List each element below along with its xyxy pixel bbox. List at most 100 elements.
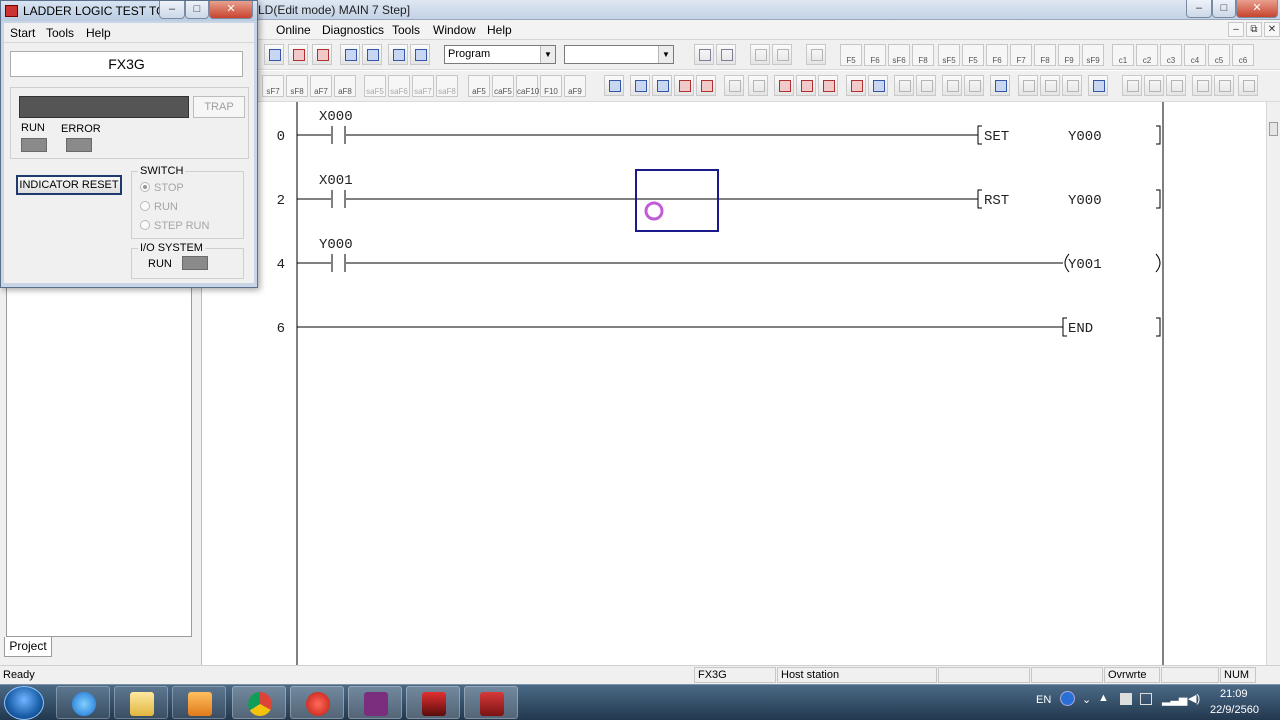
fkey-f6[interactable]: F6 bbox=[986, 44, 1008, 66]
ladder-edit-icon[interactable] bbox=[694, 44, 714, 65]
taskbar-simulator[interactable] bbox=[464, 686, 518, 719]
fkey-af9[interactable]: aF9 bbox=[564, 75, 586, 97]
contact-symbol[interactable] bbox=[297, 190, 978, 208]
find-next-icon[interactable] bbox=[362, 44, 382, 65]
contact-symbol[interactable] bbox=[297, 254, 1063, 272]
ladder-monitor-icon[interactable] bbox=[696, 75, 716, 96]
fkey-rising-pulse[interactable]: sF7 bbox=[262, 75, 284, 97]
llt-menu-help[interactable]: Help bbox=[86, 26, 111, 40]
filter-icon[interactable] bbox=[750, 44, 770, 65]
device-search-icon[interactable] bbox=[388, 44, 408, 65]
comment-edit-icon[interactable] bbox=[604, 75, 624, 96]
language-indicator[interactable]: EN bbox=[1036, 694, 1051, 706]
llt-minimize-button[interactable]: – bbox=[159, 1, 185, 19]
comment-icon[interactable] bbox=[772, 44, 792, 65]
mdi-close-button[interactable]: ✕ bbox=[1264, 22, 1280, 37]
taskbar-explorer[interactable] bbox=[114, 686, 168, 719]
zoom-icon[interactable] bbox=[674, 75, 694, 96]
llt-menu-tools[interactable]: Tools bbox=[46, 26, 74, 40]
mode-combo[interactable]: Program ▼ bbox=[444, 45, 556, 64]
switch-run-radio[interactable]: RUN bbox=[140, 201, 178, 213]
edit-cursor[interactable] bbox=[635, 169, 719, 232]
align-icon[interactable] bbox=[1018, 75, 1038, 96]
window-icon[interactable] bbox=[964, 75, 984, 96]
clock-time[interactable]: 21:09 bbox=[1220, 688, 1248, 700]
mdi-minimize-button[interactable]: – bbox=[1228, 22, 1244, 37]
read-plc-icon[interactable] bbox=[312, 44, 332, 65]
fkey-saf8[interactable]: saF8 bbox=[436, 75, 458, 97]
llt-menu-start[interactable]: Start bbox=[10, 26, 35, 40]
power-icon[interactable] bbox=[1140, 693, 1152, 705]
fkey-parallel-falling[interactable]: aF8 bbox=[334, 75, 356, 97]
ladder-editor[interactable]: 0 X000 SET Y000 2 X001 RST Y000 4 Y000 Y… bbox=[203, 102, 1280, 665]
fkey-coil[interactable]: F7 bbox=[1010, 44, 1032, 66]
trap-button[interactable]: TRAP bbox=[193, 96, 245, 118]
distribute-icon[interactable] bbox=[1040, 75, 1060, 96]
taskbar-ie[interactable] bbox=[56, 686, 110, 719]
menu-diagnostics[interactable]: Diagnostics bbox=[322, 23, 384, 37]
contact-symbol[interactable] bbox=[297, 126, 978, 144]
fkey-saf6[interactable]: saF6 bbox=[388, 75, 410, 97]
menu-help[interactable]: Help bbox=[487, 23, 512, 37]
fkey-c3[interactable]: c3 bbox=[1160, 44, 1182, 66]
llt-close-button[interactable]: ✕ bbox=[209, 1, 253, 19]
insert-col-icon[interactable] bbox=[1238, 75, 1258, 96]
menu-tools[interactable]: Tools bbox=[392, 23, 420, 37]
note-edit-icon[interactable] bbox=[652, 75, 672, 96]
chevron-down-icon[interactable]: ⌄ bbox=[1082, 693, 1091, 706]
clock-date[interactable]: 22/9/2560 bbox=[1210, 704, 1259, 716]
menu-window[interactable]: Window bbox=[433, 23, 476, 37]
fkey-operation-rising[interactable]: aF5 bbox=[468, 75, 490, 97]
device-test-icon[interactable] bbox=[724, 75, 744, 96]
taskbar-plc-app[interactable] bbox=[406, 686, 460, 719]
convert-all-icon[interactable] bbox=[818, 75, 838, 96]
fkey-saf7[interactable]: saF7 bbox=[412, 75, 434, 97]
fkey-contact-b[interactable]: F6 bbox=[864, 44, 886, 66]
block-icon[interactable] bbox=[1144, 75, 1164, 96]
fkey-contact-a[interactable]: F5 bbox=[840, 44, 862, 66]
action-center-icon[interactable] bbox=[1120, 693, 1132, 705]
start-button[interactable] bbox=[4, 686, 44, 720]
switch-step-run-radio[interactable]: STEP RUN bbox=[140, 220, 209, 232]
llt-title-bar[interactable]: LADDER LOGIC TEST TO... – □ ✕ bbox=[1, 1, 257, 21]
entry-monitor-icon[interactable] bbox=[868, 75, 888, 96]
delete-row-icon[interactable] bbox=[1214, 75, 1234, 96]
indicator-reset-button[interactable]: INDICATOR RESET bbox=[16, 175, 122, 195]
scrollbar-thumb[interactable] bbox=[1269, 122, 1278, 136]
mdi-restore-button[interactable]: ⧉ bbox=[1246, 22, 1262, 37]
taskbar-chrome[interactable] bbox=[232, 686, 286, 719]
table-icon[interactable] bbox=[806, 44, 826, 65]
step-icon[interactable] bbox=[1122, 75, 1142, 96]
column-icon[interactable] bbox=[1166, 75, 1186, 96]
ladder-tree-icon[interactable] bbox=[716, 44, 736, 65]
display-icon[interactable] bbox=[1088, 75, 1108, 96]
switch-stop-radio[interactable]: STOP bbox=[140, 182, 184, 194]
timing-chart-icon[interactable] bbox=[748, 75, 768, 96]
fkey-parallel-rising[interactable]: aF7 bbox=[310, 75, 332, 97]
convert-icon[interactable] bbox=[796, 75, 816, 96]
show-hidden-icons-icon[interactable]: ▲ bbox=[1098, 692, 1109, 704]
menu-online[interactable]: Online bbox=[276, 23, 311, 37]
fkey-c5[interactable]: c5 bbox=[1208, 44, 1230, 66]
fkey-parallel-b[interactable]: F8 bbox=[912, 44, 934, 66]
monitor-icon[interactable] bbox=[264, 44, 284, 65]
spacing-icon[interactable] bbox=[1062, 75, 1082, 96]
fkey-instruction[interactable]: F8 bbox=[1034, 44, 1056, 66]
batch-icon[interactable] bbox=[942, 75, 962, 96]
fkey-vline[interactable]: sF9 bbox=[1082, 44, 1104, 66]
find-icon[interactable] bbox=[340, 44, 360, 65]
register-icon[interactable] bbox=[894, 75, 914, 96]
ladder-logic-test-icon[interactable] bbox=[846, 75, 866, 96]
taskbar-gpp[interactable] bbox=[348, 686, 402, 719]
fkey-invert[interactable]: caF10 bbox=[516, 75, 539, 97]
program-combo[interactable]: ▼ bbox=[564, 45, 674, 64]
write-plc-icon[interactable] bbox=[288, 44, 308, 65]
fkey-c2[interactable]: c2 bbox=[1136, 44, 1158, 66]
tab-project[interactable]: Project bbox=[4, 637, 52, 657]
cross-reference-icon[interactable] bbox=[410, 44, 430, 65]
fkey-saf5[interactable]: saF5 bbox=[364, 75, 386, 97]
label-icon[interactable] bbox=[916, 75, 936, 96]
taskbar-media-player[interactable] bbox=[172, 686, 226, 719]
fkey-operation-falling[interactable]: caF5 bbox=[492, 75, 514, 97]
write-during-run-icon[interactable] bbox=[774, 75, 794, 96]
